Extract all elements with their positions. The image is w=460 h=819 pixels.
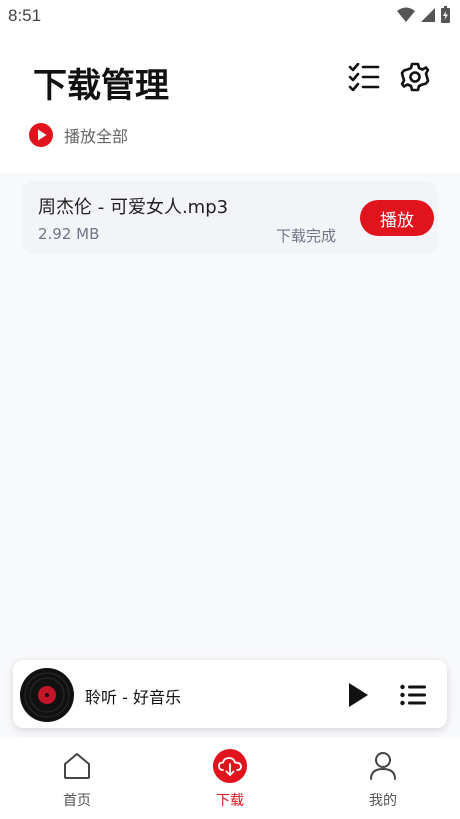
home-icon [59, 748, 95, 784]
signal-icon [421, 7, 435, 22]
tab-download-label: 下载 [216, 793, 244, 809]
tab-download[interactable]: 下载 [180, 748, 280, 812]
play-icon [349, 683, 368, 707]
playlist-button[interactable] [398, 680, 428, 710]
play-button[interactable]: 播放 [360, 200, 434, 236]
battery-icon [441, 6, 450, 23]
download-list: 周杰伦 - 可爱女人.mp3 2.92 MB 下载完成 播放 [0, 173, 460, 655]
status-bar: 8:51 [0, 0, 460, 32]
download-item-status: 下载完成 [276, 227, 337, 245]
download-item[interactable]: 周杰伦 - 可爱女人.mp3 2.92 MB 下载完成 播放 [22, 181, 438, 254]
download-item-title: 周杰伦 - 可爱女人.mp3 [38, 197, 229, 218]
mini-player[interactable]: 聆听 - 好音乐 [13, 660, 447, 728]
tab-mine-label: 我的 [369, 793, 397, 809]
vinyl-disc-icon [20, 668, 74, 722]
tab-mine[interactable]: 我的 [333, 748, 433, 812]
status-icons [397, 6, 450, 23]
play-circle-icon [29, 123, 53, 147]
mini-play-button[interactable] [343, 680, 373, 710]
download-item-size: 2.92 MB [38, 225, 100, 243]
wifi-icon [397, 7, 415, 22]
checklist-icon[interactable] [347, 60, 381, 94]
mini-player-title: 聆听 - 好音乐 [85, 688, 181, 707]
page-title: 下载管理 [33, 66, 169, 106]
gear-icon[interactable] [398, 60, 432, 94]
bottom-tab-bar: 首页 下载 我的 [0, 738, 460, 819]
tab-home[interactable]: 首页 [27, 748, 127, 812]
tab-home-label: 首页 [63, 793, 91, 809]
list-icon [400, 684, 426, 706]
play-all-label: 播放全部 [64, 127, 129, 146]
user-icon [365, 748, 401, 784]
header: 下载管理 播放全部 [0, 32, 460, 173]
status-time: 8:51 [8, 6, 42, 25]
play-all-button[interactable]: 播放全部 [28, 122, 128, 148]
cloud-download-icon [212, 748, 248, 784]
